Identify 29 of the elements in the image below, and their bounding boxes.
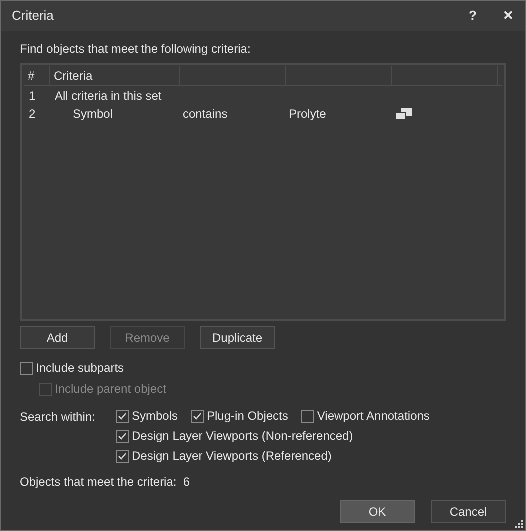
column-header[interactable]: Criteria xyxy=(54,66,93,84)
checkbox[interactable]: Design Layer Viewports (Non-referenced) xyxy=(116,427,430,445)
table-cell: contains xyxy=(183,107,228,121)
table-cell: Prolyte xyxy=(289,107,326,121)
close-button[interactable]: ✕ xyxy=(503,6,514,26)
list-button[interactable]: Duplicate xyxy=(200,326,275,349)
checkbox[interactable]: Design Layer Viewports (Referenced) xyxy=(116,447,430,465)
instruction-text: Find objects that meet the following criteria: xyxy=(20,41,252,58)
checkbox[interactable]: Include subparts xyxy=(20,359,506,377)
search-within-label: Search within: xyxy=(20,409,96,426)
table-cell-text: Symbol xyxy=(72,106,114,123)
checkbox[interactable]: Viewport Annotations xyxy=(301,407,430,425)
column-header[interactable]: # xyxy=(28,66,35,84)
window-title: Criteria xyxy=(12,7,55,26)
help-button[interactable]: ? xyxy=(469,6,477,26)
result-count-text: Objects that meet the criteria: 6 xyxy=(20,474,192,491)
table-cell-text: 2 xyxy=(28,106,37,123)
checkbox[interactable]: Plug-in Objects xyxy=(191,407,288,425)
checkbox[interactable]: Symbols xyxy=(116,407,178,425)
checkbox-box xyxy=(39,382,52,396)
resize-grip-icon[interactable] xyxy=(515,520,523,528)
checkbox-box xyxy=(301,410,314,422)
copy-icon[interactable] xyxy=(396,108,412,120)
dialog-button[interactable]: OK xyxy=(340,500,415,523)
dialog-button[interactable]: Cancel xyxy=(431,500,506,523)
table-cell-text: All criteria in this set xyxy=(54,88,163,105)
checkbox-box xyxy=(20,362,33,374)
table-cell-text: 1 xyxy=(28,88,37,105)
list-button[interactable]: Add xyxy=(20,326,95,349)
